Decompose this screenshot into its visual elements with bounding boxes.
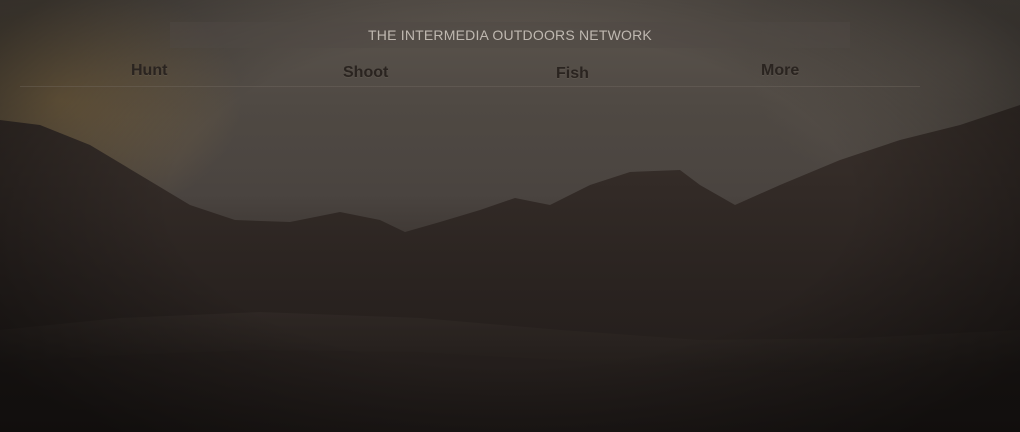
nav-item-fish[interactable]: Fish	[556, 65, 589, 83]
mountain-ridge	[0, 105, 1020, 432]
nav-item-more[interactable]: More	[761, 62, 799, 80]
nav-item-hunt[interactable]: Hunt	[131, 62, 167, 80]
nav-item-shoot[interactable]: Shoot	[343, 64, 388, 82]
network-title[interactable]: THE INTERMEDIA OUTDOORS NETWORK	[368, 27, 652, 43]
page: THE INTERMEDIA OUTDOORS NETWORK Hunt Sho…	[0, 0, 1020, 432]
main-nav: Hunt Shoot Fish More	[20, 56, 920, 87]
network-header-bar: THE INTERMEDIA OUTDOORS NETWORK	[170, 22, 850, 48]
